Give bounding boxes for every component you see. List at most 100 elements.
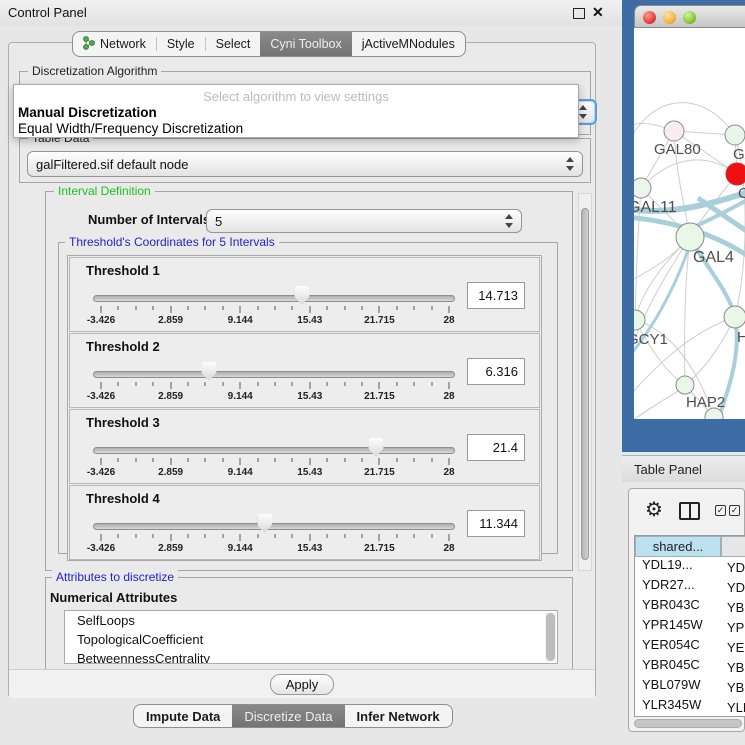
column-header-name[interactable]: n... bbox=[721, 536, 745, 557]
table-row[interactable]: YER054CYER05 bbox=[635, 637, 745, 657]
table-cell[interactable]: YER05 bbox=[721, 640, 745, 655]
table-row[interactable]: YBR045CYBR04 bbox=[635, 657, 745, 677]
network-node-label: C bbox=[738, 185, 745, 202]
slider-tick bbox=[344, 382, 345, 386]
list-item[interactable]: BetweennessCentrality bbox=[65, 649, 557, 664]
slider-tick bbox=[292, 306, 293, 310]
table-cell[interactable]: YDL19 bbox=[721, 560, 745, 575]
threshold-value-field[interactable]: 11.344 bbox=[467, 510, 525, 537]
network-node-partial-right[interactable] bbox=[724, 306, 745, 328]
table-data-combobox[interactable]: galFiltered.sif default node bbox=[27, 151, 583, 177]
table-cell[interactable]: YPR14 bbox=[721, 620, 745, 635]
slider-handle[interactable] bbox=[257, 514, 272, 533]
slider-tick-zone: -3.4262.8599.14415.4321.71528 bbox=[101, 334, 449, 409]
network-node-red-node[interactable] bbox=[726, 163, 745, 185]
slider-tick-label: -3.426 bbox=[87, 315, 115, 326]
table-row[interactable]: YBL079WYBL07 bbox=[635, 677, 745, 697]
tab-impute-data[interactable]: Impute Data bbox=[134, 705, 232, 727]
dropdown-placeholder: Select algorithm to view settings bbox=[14, 89, 578, 104]
slider-handle[interactable] bbox=[201, 362, 216, 381]
tab-infer-network[interactable]: Infer Network bbox=[345, 705, 452, 727]
panel-title: Control Panel bbox=[8, 5, 87, 20]
minimize-traffic-light-icon[interactable] bbox=[663, 11, 676, 24]
network-edge[interactable] bbox=[635, 320, 685, 385]
slider-tick bbox=[309, 458, 310, 465]
table-cell[interactable]: YDL19... bbox=[635, 557, 721, 572]
horizontal-scrollbar[interactable] bbox=[634, 719, 742, 729]
numerical-attributes-list[interactable]: SelfLoops TopologicalCoefficient Between… bbox=[64, 610, 558, 664]
close-traffic-light-icon[interactable] bbox=[643, 11, 656, 24]
tab-select[interactable]: Select bbox=[206, 32, 261, 56]
table-panel-title: Table Panel bbox=[634, 462, 702, 477]
table-row[interactable]: YPR145WYPR14 bbox=[635, 617, 745, 637]
table-cell[interactable]: YER054C bbox=[635, 637, 721, 652]
network-edge[interactable] bbox=[634, 237, 690, 373]
table-cell[interactable]: YLR345W bbox=[635, 697, 721, 712]
table-cell[interactable]: YBR045C bbox=[635, 657, 721, 672]
apply-button[interactable]: Apply bbox=[270, 674, 334, 695]
checkbox-icon[interactable]: ✓ bbox=[729, 505, 740, 516]
table-cell[interactable]: YDR27 bbox=[721, 580, 745, 595]
table-cell[interactable]: YDR27... bbox=[635, 577, 721, 592]
slider-tick bbox=[396, 382, 397, 386]
tab-network[interactable]: Network bbox=[73, 32, 156, 56]
tab-cyni-toolbox[interactable]: Cyni Toolbox bbox=[260, 32, 351, 56]
network-node-partial-top-right[interactable] bbox=[725, 125, 745, 145]
network-node-GAL80[interactable] bbox=[664, 121, 684, 141]
table-row[interactable]: YDR27...YDR27 bbox=[635, 577, 745, 597]
slider-tick bbox=[275, 534, 276, 538]
column-header-shared-name[interactable]: shared... bbox=[635, 536, 721, 557]
checkbox-icon[interactable]: ✓ bbox=[715, 505, 726, 516]
table-cell[interactable]: YBR04 bbox=[721, 660, 745, 675]
node-attribute-table: shared... n... YDL19...YDL19YDR27...YDR2… bbox=[634, 535, 745, 717]
table-row[interactable]: YBR043CYBR04 bbox=[635, 597, 745, 617]
slider-tick bbox=[257, 534, 258, 538]
slider-tick bbox=[431, 534, 432, 538]
threshold-value-field[interactable]: 14.713 bbox=[467, 282, 525, 309]
list-item[interactable]: SelfLoops bbox=[65, 611, 557, 630]
slider-tick-label: -3.426 bbox=[87, 467, 115, 478]
table-row[interactable]: YLR345WYLR34 bbox=[635, 697, 745, 717]
dropdown-option-manual[interactable]: Manual Discretization bbox=[18, 105, 157, 120]
table-cell[interactable]: YBR04 bbox=[721, 600, 745, 615]
number-of-intervals-combobox[interactable]: 5 bbox=[206, 209, 522, 233]
network-node-HAP2[interactable] bbox=[676, 376, 694, 394]
network-node-GCY1[interactable] bbox=[634, 310, 645, 330]
table-cell[interactable]: YPR145W bbox=[635, 617, 721, 632]
gear-icon[interactable]: ⚙ bbox=[645, 499, 663, 521]
tab-discretize-data[interactable]: Discretize Data bbox=[232, 705, 344, 727]
network-node-GAL4[interactable] bbox=[676, 223, 704, 251]
slider-tick bbox=[362, 534, 363, 538]
slider-tick bbox=[135, 382, 136, 386]
slider-handle[interactable] bbox=[368, 438, 383, 457]
zoom-traffic-light-icon[interactable] bbox=[683, 11, 696, 24]
tab-style[interactable]: Style bbox=[157, 32, 205, 56]
slider-tick bbox=[449, 382, 450, 389]
network-canvas[interactable]: GAL80GACGAL11GAL4GCY1HHAP2 bbox=[634, 28, 745, 419]
network-node-label: GCY1 bbox=[634, 331, 668, 348]
slider-handle[interactable] bbox=[294, 286, 309, 305]
table-row[interactable]: YDL19...YDL19 bbox=[635, 557, 745, 577]
list-item[interactable]: TopologicalCoefficient bbox=[65, 630, 557, 649]
tab-jactivemnodules[interactable]: jActiveMNodules bbox=[352, 32, 465, 56]
vertical-scrollbar[interactable] bbox=[578, 193, 592, 571]
table-cell[interactable]: YLR34 bbox=[721, 700, 745, 715]
slider-tick bbox=[153, 382, 154, 386]
slider-tick bbox=[396, 534, 397, 538]
threshold-value-field[interactable]: 6.316 bbox=[467, 358, 525, 385]
control-panel-tabbar: Network Style Select Cyni Toolbox jActiv… bbox=[72, 31, 466, 57]
table-cell[interactable]: YBR043C bbox=[635, 597, 721, 612]
network-node-GAL11[interactable] bbox=[634, 178, 651, 198]
list-scrollbar[interactable] bbox=[545, 612, 556, 662]
column-split-icon[interactable] bbox=[679, 502, 700, 520]
float-window-icon[interactable] bbox=[573, 8, 585, 19]
close-icon[interactable]: ✕ bbox=[592, 4, 604, 21]
network-window-titlebar[interactable] bbox=[634, 5, 745, 28]
slider-tick-label: 9.144 bbox=[228, 467, 253, 478]
table-cell[interactable]: YBL07 bbox=[721, 680, 745, 695]
table-cell[interactable]: YBL079W bbox=[635, 677, 721, 692]
dropdown-option-equal-width[interactable]: Equal Width/Frequency Discretization bbox=[18, 121, 243, 136]
scrollbar-thumb[interactable] bbox=[634, 719, 742, 728]
threshold-value-field[interactable]: 21.4 bbox=[467, 434, 525, 461]
scrollbar-thumb[interactable] bbox=[581, 208, 589, 560]
